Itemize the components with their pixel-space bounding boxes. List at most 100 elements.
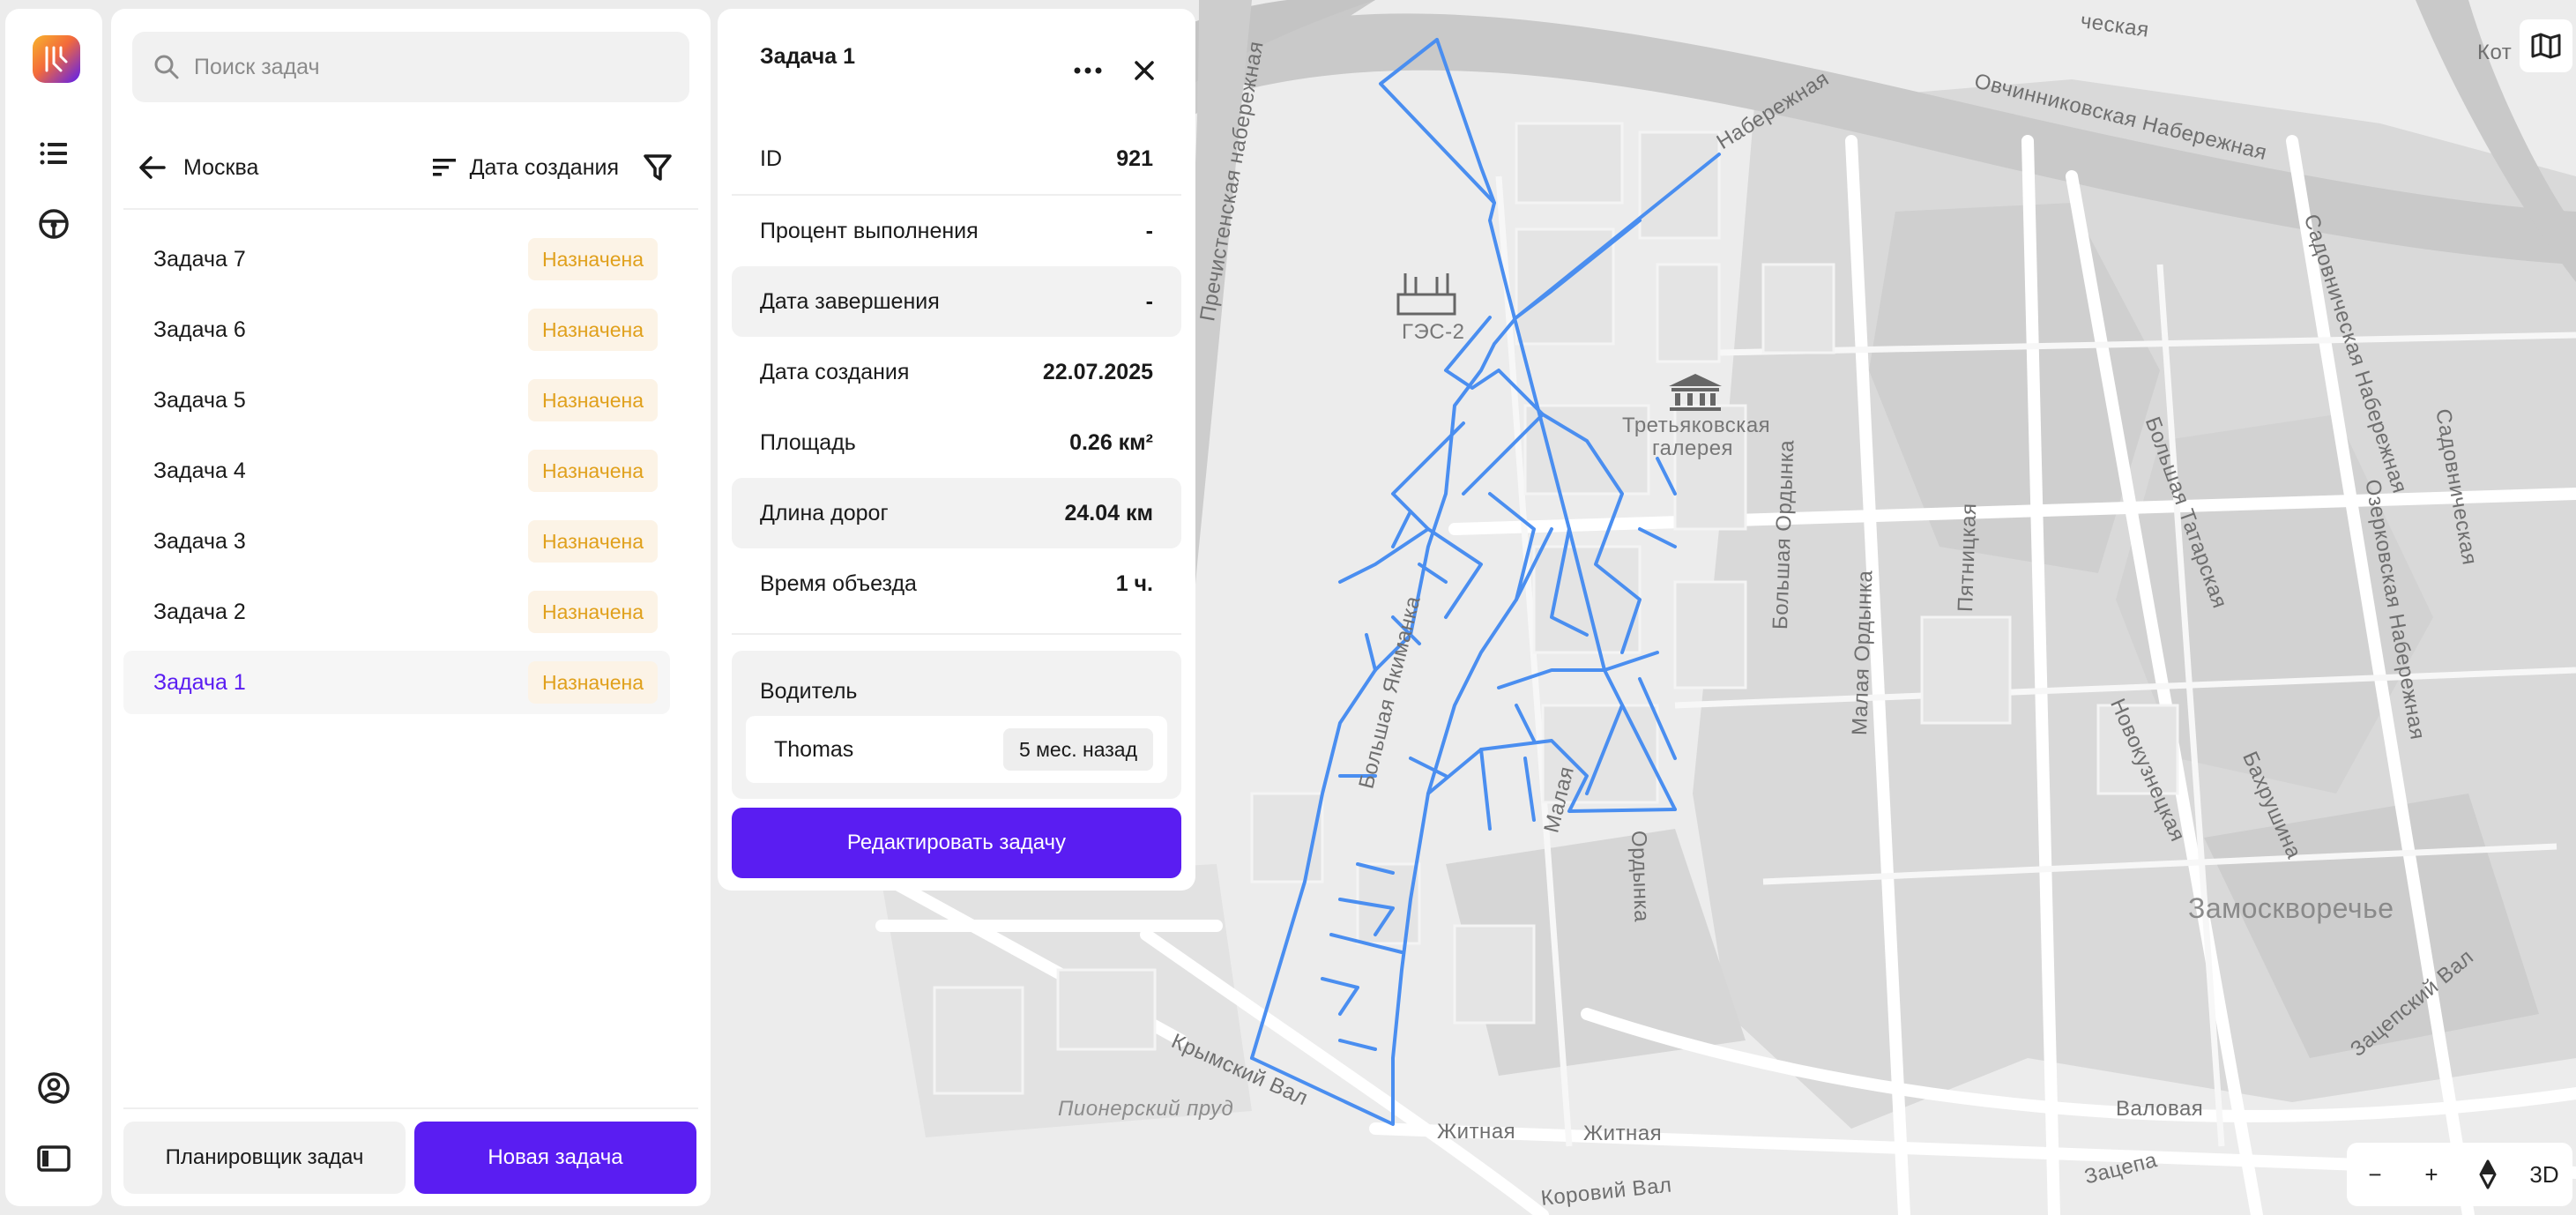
prop-label: ID (760, 145, 782, 171)
prop-id: ID 921 (732, 123, 1181, 194)
task-name: Задача 1 (153, 669, 246, 695)
task-name: Задача 4 (153, 458, 246, 483)
zoom-out-button[interactable]: − (2350, 1150, 2400, 1199)
map-label: Ордынка (1627, 830, 1654, 923)
prop-area: Площадь 0.26 км² (732, 407, 1181, 478)
status-badge: Назначена (528, 661, 658, 704)
prop-label: Площадь (760, 429, 856, 455)
zoom-in-button[interactable]: + (2407, 1150, 2456, 1199)
list-icon (40, 142, 67, 165)
sort-button[interactable]: Дата создания (431, 155, 619, 181)
status-badge: Назначена (528, 520, 658, 563)
task-detail-panel: Задача 1 ID 921 Процент выполнения - Дат… (718, 9, 1195, 891)
prop-value: - (1145, 218, 1153, 243)
ges2-icon (1396, 273, 1456, 316)
map-label: Валовая (2116, 1097, 2204, 1121)
task-list-item[interactable]: Задача 5 Назначена (123, 369, 670, 432)
task-list-item-selected[interactable]: Задача 1 Назначена (123, 651, 670, 714)
driver-last-seen: 5 мес. назад (1002, 728, 1153, 771)
map-zoom-controls: − + 3D (2347, 1143, 2572, 1206)
prop-created-date: Дата создания 22.07.2025 (732, 337, 1181, 407)
prop-value: 22.07.2025 (1042, 359, 1153, 384)
map-poi-label: ГЭС-2 (1402, 320, 1465, 344)
logo-icon (45, 46, 68, 72)
filter-button[interactable] (640, 150, 675, 185)
drivers-nav-button[interactable] (33, 203, 75, 245)
sort-icon (432, 159, 456, 176)
task-name: Задача 5 (153, 387, 246, 413)
search-box[interactable] (132, 32, 689, 102)
map-label: Кот (2477, 41, 2513, 64)
map-layers-button[interactable] (2520, 19, 2572, 72)
task-name: Задача 3 (153, 528, 246, 554)
edit-task-button[interactable]: Редактировать задачу (732, 808, 1181, 878)
back-arrow-icon[interactable] (138, 154, 168, 181)
task-list-item[interactable]: Задача 2 Назначена (123, 580, 670, 644)
task-name: Задача 2 (153, 599, 246, 624)
3d-toggle-button[interactable]: 3D (2520, 1150, 2569, 1199)
task-list-panel: Москва Дата создания Задача 7 Назначена … (111, 9, 711, 1206)
filter-icon (644, 154, 672, 181)
detail-title: Задача 1 (760, 44, 855, 69)
compass-button[interactable] (2463, 1150, 2513, 1199)
task-planner-button[interactable]: Планировщик задач (123, 1122, 406, 1194)
profile-button[interactable] (33, 1067, 75, 1109)
user-circle-icon (38, 1072, 70, 1104)
status-badge: Назначена (528, 591, 658, 633)
search-input[interactable] (194, 54, 688, 80)
sidebar-panel-icon (37, 1145, 71, 1172)
pond-label: Пионерский пруд (1058, 1097, 1234, 1121)
status-badge: Назначена (528, 379, 658, 421)
search-icon (154, 55, 179, 79)
map-icon (2531, 33, 2561, 59)
prop-label: Длина дорог (760, 500, 889, 526)
driver-label: Водитель (760, 679, 858, 704)
prop-label: Дата завершения (760, 288, 940, 314)
map-label: Житная (1583, 1122, 1663, 1145)
district-label: Замоскворечье (2188, 892, 2394, 924)
app-logo[interactable] (33, 35, 80, 83)
prop-progress: Процент выполнения - (732, 196, 1181, 266)
prop-value: 24.04 км (1064, 500, 1153, 526)
bottom-actions: Планировщик задач Новая задача (123, 1122, 696, 1194)
prop-value: - (1145, 288, 1153, 314)
status-badge: Назначена (528, 238, 658, 280)
close-button[interactable] (1125, 51, 1164, 90)
status-badge: Назначена (528, 450, 658, 492)
map-poi-label: Третьяковская галерея (1622, 414, 1771, 460)
divider (732, 633, 1181, 635)
new-task-button[interactable]: Новая задача (414, 1122, 696, 1194)
task-list-item[interactable]: Задача 3 Назначена (123, 510, 670, 573)
driver-name: Thomas (774, 736, 854, 762)
driver-section: Водитель Thomas 5 мес. назад (732, 651, 1181, 799)
task-list-item[interactable]: Задача 7 Назначена (123, 227, 670, 291)
task-name: Задача 7 (153, 246, 246, 272)
prop-label: Время объезда (760, 570, 917, 596)
list-header: Москва Дата создания (132, 132, 689, 203)
toggle-sidebar-button[interactable] (33, 1137, 75, 1180)
prop-end-date: Дата завершения - (732, 266, 1181, 337)
prop-label: Дата создания (760, 359, 910, 384)
task-list-item[interactable]: Задача 6 Назначена (123, 298, 670, 362)
map-label: Житная (1437, 1120, 1516, 1144)
prop-route-time: Время объезда 1 ч. (732, 548, 1181, 619)
sort-label: Дата создания (469, 154, 619, 180)
icon-rail (5, 9, 102, 1206)
prop-value: 921 (1116, 145, 1153, 171)
list-nav-button[interactable] (33, 132, 75, 175)
divider (123, 1107, 698, 1109)
more-horizontal-icon (1074, 67, 1102, 74)
prop-road-length: Длина дорог 24.04 км (732, 478, 1181, 548)
city-label: Москва (183, 154, 259, 180)
museum-icon (1669, 374, 1722, 411)
driver-card[interactable]: Thomas 5 мес. назад (746, 716, 1167, 783)
prop-value: 0.26 км² (1069, 429, 1153, 455)
prop-label: Процент выполнения (760, 218, 979, 243)
task-list-item[interactable]: Задача 4 Назначена (123, 439, 670, 503)
divider (123, 208, 698, 210)
steering-wheel-icon (39, 209, 69, 239)
task-name: Задача 6 (153, 317, 246, 342)
more-options-button[interactable] (1068, 51, 1107, 90)
compass-icon (2479, 1159, 2497, 1189)
map-label: Пятницкая (1954, 503, 1982, 613)
